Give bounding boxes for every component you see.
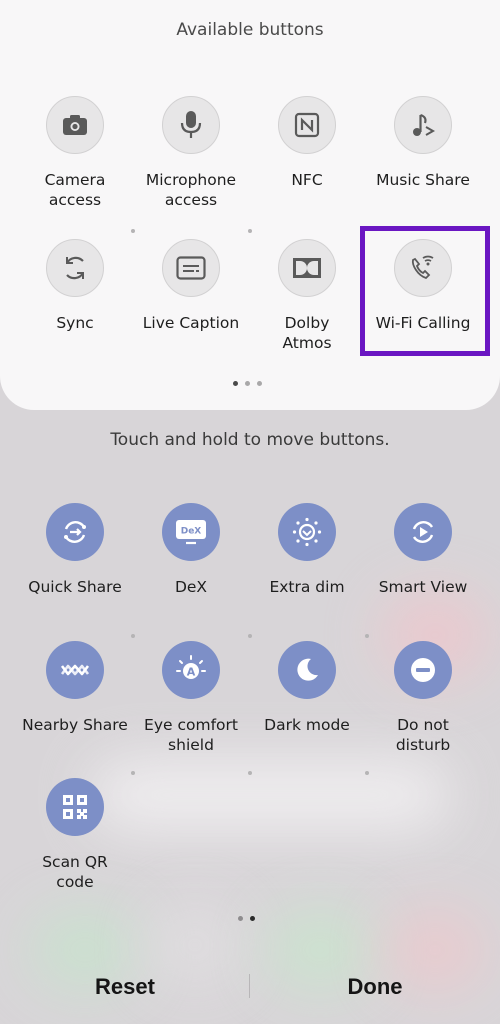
- tile-do-not-disturb[interactable]: Do not disturb: [364, 641, 482, 755]
- tile-extra-dim[interactable]: Extra dim: [248, 503, 366, 597]
- tile-smart-view[interactable]: Smart View: [364, 503, 482, 597]
- svg-text:A: A: [187, 666, 196, 679]
- quick-share-icon: [46, 503, 104, 561]
- separator-dot: [131, 634, 135, 638]
- page-dot-active: [233, 381, 238, 386]
- panel-page-indicator: [233, 381, 273, 389]
- separator-dot: [131, 229, 135, 233]
- eye-comfort-icon: A: [162, 641, 220, 699]
- tile-sync[interactable]: Sync: [16, 239, 134, 333]
- separator-dot: [248, 634, 252, 638]
- tile-label: Scan QR code: [42, 853, 108, 891]
- tile-label: DeX: [174, 578, 208, 596]
- tile-dolby-atmos[interactable]: Dolby Atmos: [248, 239, 366, 353]
- background-blur: [90, 760, 450, 830]
- tile-label: Extra dim: [269, 578, 345, 596]
- camera-icon: [46, 96, 104, 154]
- tile-dex[interactable]: DeX DeX: [132, 503, 250, 597]
- tile-camera-access[interactable]: Camera access: [16, 96, 134, 210]
- tile-label: Quick Share: [28, 578, 122, 596]
- tile-eye-comfort-shield[interactable]: A Eye comfort shield: [132, 641, 250, 755]
- tile-scan-qr-code[interactable]: Scan QR code: [16, 778, 134, 892]
- separator-dot: [365, 771, 369, 775]
- dark-mode-icon: [278, 641, 336, 699]
- qr-icon: [46, 778, 104, 836]
- do-not-disturb-icon: [394, 641, 452, 699]
- dex-icon: DeX: [162, 503, 220, 561]
- dolby-icon: [278, 239, 336, 297]
- reset-button[interactable]: Reset: [0, 960, 250, 1014]
- tile-label: NFC: [291, 171, 323, 189]
- sync-icon: [46, 239, 104, 297]
- page-dot-active: [250, 916, 255, 921]
- separator-dot: [131, 771, 135, 775]
- tile-music-share[interactable]: Music Share: [364, 96, 482, 190]
- bottom-action-bar: Reset Done: [0, 960, 500, 1014]
- tile-label: Nearby Share: [22, 716, 128, 734]
- panel-title: Available buttons: [176, 20, 324, 40]
- page-dot: [245, 381, 250, 386]
- svg-text:DeX: DeX: [181, 527, 202, 537]
- music-share-icon: [394, 96, 452, 154]
- microphone-icon: [162, 96, 220, 154]
- separator-dot: [248, 771, 252, 775]
- tile-nfc[interactable]: NFC: [248, 96, 366, 190]
- separator-dot: [365, 634, 369, 638]
- nearby-share-icon: [46, 641, 104, 699]
- tile-label: Dolby Atmos: [282, 314, 332, 352]
- done-button[interactable]: Done: [250, 960, 500, 1014]
- page-dot: [257, 381, 262, 386]
- separator-dot: [248, 229, 252, 233]
- active-page-indicator: [238, 916, 268, 924]
- tile-label: Dark mode: [264, 716, 350, 734]
- tile-label: Microphone access: [145, 171, 237, 209]
- tile-label: Eye comfort shield: [144, 716, 238, 754]
- tile-live-caption[interactable]: Live Caption: [132, 239, 250, 333]
- live-caption-icon: [162, 239, 220, 297]
- tile-label: Do not disturb: [395, 716, 451, 754]
- tile-label: Camera access: [44, 171, 106, 209]
- smart-view-icon: [394, 503, 452, 561]
- tile-label: Smart View: [378, 578, 468, 596]
- move-buttons-hint: Touch and hold to move buttons.: [110, 430, 390, 450]
- tile-microphone-access[interactable]: Microphone access: [132, 96, 250, 210]
- tile-label: Live Caption: [142, 314, 240, 332]
- tile-nearby-share[interactable]: Nearby Share: [16, 641, 134, 735]
- wifi-calling-highlight: [360, 226, 490, 356]
- nfc-icon: [278, 96, 336, 154]
- extra-dim-icon: [278, 503, 336, 561]
- tile-dark-mode[interactable]: Dark mode: [248, 641, 366, 735]
- page-dot: [238, 916, 243, 921]
- available-buttons-panel: Available buttons Camera access Micropho…: [0, 0, 500, 410]
- tile-label: Sync: [56, 314, 94, 332]
- tile-label: Music Share: [376, 171, 470, 189]
- tile-quick-share[interactable]: Quick Share: [16, 503, 134, 597]
